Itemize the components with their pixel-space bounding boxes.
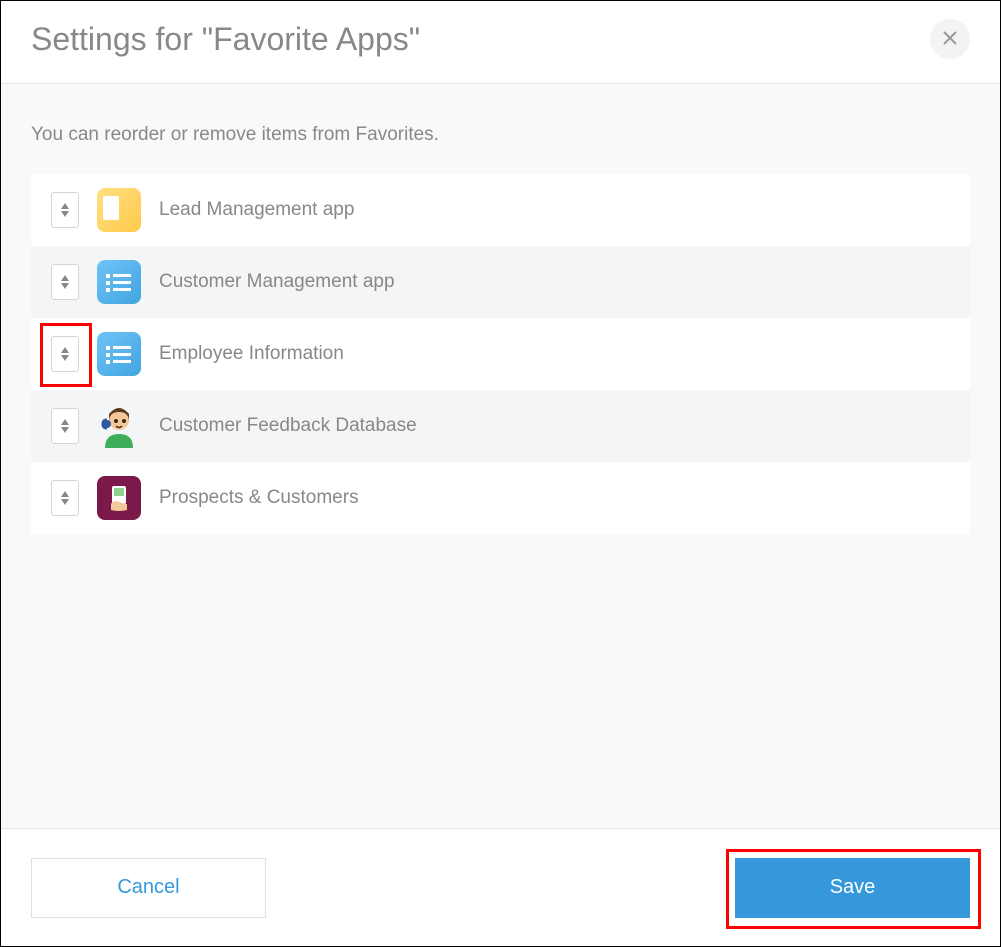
list-item: Prospects & Customers: [31, 462, 970, 534]
chevron-up-icon: [61, 419, 69, 425]
cancel-button[interactable]: Cancel: [31, 858, 266, 918]
chevron-down-icon: [61, 283, 69, 289]
app-label: Employee Information: [159, 343, 344, 365]
save-button[interactable]: Save: [735, 858, 970, 918]
chevron-down-icon: [61, 211, 69, 217]
list-icon: [97, 260, 141, 304]
reorder-handle[interactable]: [51, 480, 79, 516]
list-icon: [97, 332, 141, 376]
chevron-up-icon: [61, 347, 69, 353]
reorder-handle[interactable]: [51, 408, 79, 444]
settings-dialog: Settings for "Favorite Apps" You can reo…: [0, 0, 1001, 947]
list-item: Customer Feedback Database: [31, 390, 970, 462]
list-item: Customer Management app: [31, 246, 970, 318]
close-icon: [943, 29, 957, 50]
instruction-text: You can reorder or remove items from Fav…: [31, 124, 970, 146]
dialog-title: Settings for "Favorite Apps": [31, 21, 420, 58]
app-label: Lead Management app: [159, 199, 354, 221]
app-label: Customer Feedback Database: [159, 415, 417, 437]
app-label: Prospects & Customers: [159, 487, 359, 509]
chevron-down-icon: [61, 427, 69, 433]
dialog-footer: Cancel Save: [1, 828, 1000, 946]
list-item: Lead Management app: [31, 174, 970, 246]
reorder-handle[interactable]: [51, 264, 79, 300]
chevron-down-icon: [61, 355, 69, 361]
app-label: Customer Management app: [159, 271, 395, 293]
chevron-up-icon: [61, 275, 69, 281]
chevron-up-icon: [61, 491, 69, 497]
dialog-body: You can reorder or remove items from Fav…: [1, 83, 1000, 828]
hand-card-icon: [97, 476, 141, 520]
favorites-list: Lead Management app Customer Management …: [31, 174, 970, 534]
dialog-header: Settings for "Favorite Apps": [1, 1, 1000, 83]
reorder-handle[interactable]: [51, 192, 79, 228]
chevron-down-icon: [61, 499, 69, 505]
list-item: Employee Information: [31, 318, 970, 390]
person-headset-icon: [97, 404, 141, 448]
chevron-up-icon: [61, 203, 69, 209]
folder-icon: [97, 188, 141, 232]
close-button[interactable]: [930, 19, 970, 59]
reorder-handle[interactable]: [51, 336, 79, 372]
